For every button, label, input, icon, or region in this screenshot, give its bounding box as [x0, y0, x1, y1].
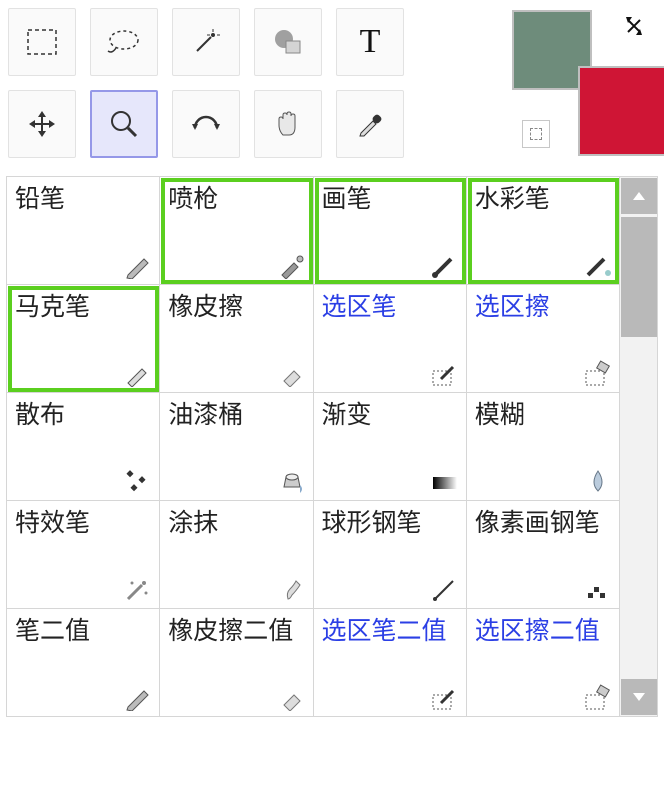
pencil-icon	[123, 250, 153, 280]
brush-label: 橡皮擦	[168, 293, 304, 322]
sel-pen-icon	[430, 358, 460, 388]
move-icon	[27, 109, 57, 139]
brush-blur[interactable]: 模糊	[467, 393, 620, 501]
eraser-icon	[277, 358, 307, 388]
brush-eraser[interactable]: 橡皮擦二值	[160, 609, 313, 717]
brush-label: 水彩笔	[475, 185, 611, 214]
brush-icon	[430, 250, 460, 280]
text-icon: T	[360, 23, 381, 61]
triangle-down-icon	[632, 692, 646, 702]
marker-icon	[123, 358, 153, 388]
brush-gradient[interactable]: 渐变	[314, 393, 467, 501]
brush-label: 选区擦	[475, 293, 611, 322]
brush-watercolor[interactable]: 水彩笔	[467, 177, 620, 285]
pixel-icon	[583, 574, 613, 604]
swap-colors-button[interactable]	[624, 14, 650, 40]
eyedropper-tool[interactable]	[336, 90, 404, 158]
brush-label: 特效笔	[15, 509, 151, 538]
color-area	[512, 8, 656, 158]
brush-label: 油漆桶	[168, 401, 304, 430]
brush-sel-eraser[interactable]: 选区擦	[467, 285, 620, 393]
brush-label: 马克笔	[15, 293, 151, 322]
sel-eraser-icon	[583, 358, 613, 388]
tool-grid: T	[8, 8, 486, 158]
brush-label: 笔二值	[15, 617, 151, 646]
brush-panel: 铅笔喷枪画笔水彩笔马克笔橡皮擦选区笔选区擦散布油漆桶渐变模糊特效笔涂抹球形钢笔像…	[6, 176, 658, 717]
lasso-tool[interactable]	[90, 8, 158, 76]
triangle-up-icon	[632, 191, 646, 201]
transparent-swatch[interactable]	[522, 120, 550, 148]
brush-sel-pen[interactable]: 选区笔二值	[314, 609, 467, 717]
toolbar: T	[0, 0, 664, 166]
shape-tool[interactable]	[254, 8, 322, 76]
blur-icon	[583, 466, 613, 496]
zoom-icon	[108, 108, 140, 140]
brush-label: 模糊	[475, 401, 611, 430]
scatter-icon	[123, 466, 153, 496]
eraser-icon	[277, 682, 307, 712]
eyedropper-icon	[355, 109, 385, 139]
pencil-icon	[123, 682, 153, 712]
brush-label: 渐变	[322, 401, 458, 430]
brush-pencil[interactable]: 铅笔	[7, 177, 160, 285]
brush-label: 铅笔	[15, 185, 151, 214]
sel-pen-icon	[430, 682, 460, 712]
airbrush-icon	[277, 250, 307, 280]
brush-label: 球形钢笔	[322, 509, 458, 538]
brush-airbrush[interactable]: 喷枪	[160, 177, 313, 285]
brush-scatter[interactable]: 散布	[7, 393, 160, 501]
gradient-icon	[430, 466, 460, 496]
magic-wand-icon	[191, 27, 221, 57]
sel-eraser-icon	[583, 682, 613, 712]
brush-label: 橡皮擦二值	[168, 617, 304, 646]
watercolor-icon	[583, 250, 613, 280]
scroll-up-button[interactable]	[621, 178, 657, 214]
brush-label: 喷枪	[168, 185, 304, 214]
scroll-thumb[interactable]	[621, 217, 657, 337]
scrollbar	[620, 176, 658, 717]
rect-select-tool[interactable]	[8, 8, 76, 76]
ballpen-icon	[430, 574, 460, 604]
smudge-icon	[277, 574, 307, 604]
brush-sel-eraser[interactable]: 选区擦二值	[467, 609, 620, 717]
brush-fx[interactable]: 特效笔	[7, 501, 160, 609]
brush-grid: 铅笔喷枪画笔水彩笔马克笔橡皮擦选区笔选区擦散布油漆桶渐变模糊特效笔涂抹球形钢笔像…	[6, 176, 620, 717]
brush-ballpen[interactable]: 球形钢笔	[314, 501, 467, 609]
brush-pixel[interactable]: 像素画钢笔	[467, 501, 620, 609]
brush-brush[interactable]: 画笔	[314, 177, 467, 285]
lasso-icon	[106, 28, 142, 56]
brush-smudge[interactable]: 涂抹	[160, 501, 313, 609]
brush-pencil[interactable]: 笔二值	[7, 609, 160, 717]
brush-label: 选区笔二值	[322, 617, 458, 646]
rotate-icon	[190, 110, 222, 138]
brush-label: 画笔	[322, 185, 458, 214]
rect-select-icon	[27, 29, 57, 55]
brush-label: 散布	[15, 401, 151, 430]
text-tool[interactable]: T	[336, 8, 404, 76]
background-color-swatch[interactable]	[578, 66, 664, 156]
brush-label: 涂抹	[168, 509, 304, 538]
fx-icon	[123, 574, 153, 604]
bucket-icon	[277, 466, 307, 496]
brush-bucket[interactable]: 油漆桶	[160, 393, 313, 501]
hand-tool[interactable]	[254, 90, 322, 158]
brush-label: 像素画钢笔	[475, 509, 611, 538]
brush-marker[interactable]: 马克笔	[7, 285, 160, 393]
shape-icon	[272, 27, 304, 57]
swap-icon	[624, 14, 650, 40]
hand-icon	[273, 109, 303, 139]
brush-label: 选区笔	[322, 293, 458, 322]
scroll-down-button[interactable]	[621, 679, 657, 715]
rotate-tool[interactable]	[172, 90, 240, 158]
brush-label: 选区擦二值	[475, 617, 611, 646]
move-tool[interactable]	[8, 90, 76, 158]
zoom-tool[interactable]	[90, 90, 158, 158]
brush-eraser[interactable]: 橡皮擦	[160, 285, 313, 393]
magic-wand-tool[interactable]	[172, 8, 240, 76]
brush-sel-pen[interactable]: 选区笔	[314, 285, 467, 393]
